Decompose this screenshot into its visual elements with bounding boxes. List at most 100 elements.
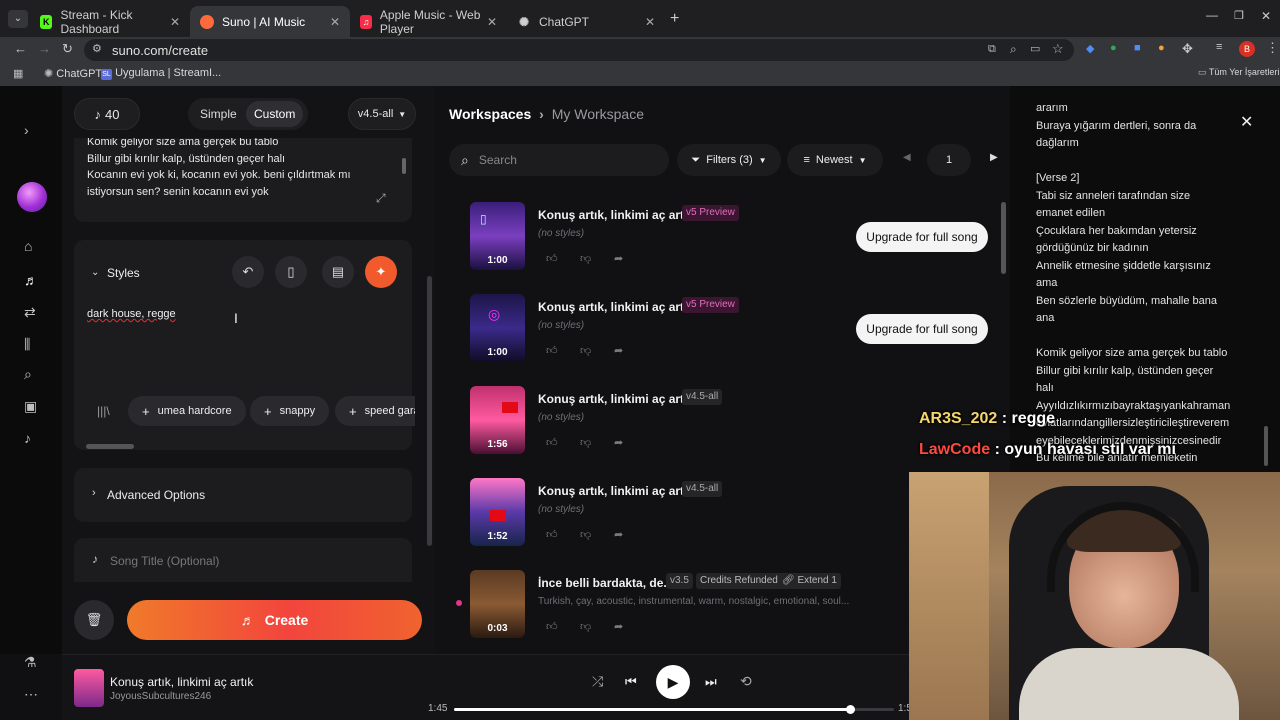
style-chip[interactable]: + snappy <box>250 396 330 426</box>
version-select[interactable]: v4.5-all ▼ <box>348 98 416 130</box>
mode-custom-button[interactable]: Custom <box>246 101 304 127</box>
apps-grid-icon[interactable]: ▦ <box>13 67 23 80</box>
now-playing-title[interactable]: Konuş artık, linkimi aç artık <box>110 675 253 689</box>
styles-input[interactable]: dark house, regge <box>87 308 176 320</box>
song-row[interactable]: ◎ 1:00 Konuş artık, linkimi aç artık v5 … <box>470 294 1010 364</box>
song-title[interactable]: Konuş artık, linkimi aç artık <box>538 300 694 314</box>
minimize-icon[interactable]: — <box>1206 8 1218 22</box>
tab-kick[interactable]: K Stream - Kick Dashboard ✕ <box>30 6 190 37</box>
prev-page-icon[interactable]: ◀ <box>903 152 911 163</box>
breadcrumb-workspaces[interactable]: Workspaces <box>449 106 531 122</box>
notifications-icon[interactable]: ♪ <box>24 430 31 446</box>
upgrade-button[interactable]: Upgrade for full song <box>856 222 988 252</box>
now-playing-artist[interactable]: JoyousSubcultures246 <box>110 691 211 702</box>
song-cover[interactable]: 1:52 <box>470 478 525 546</box>
mode-simple-button[interactable]: Simple <box>200 107 237 121</box>
share-icon[interactable]: ➦ <box>614 436 623 449</box>
song-cover[interactable]: 1:56 <box>470 386 525 454</box>
bookmark-star-icon[interactable]: ☆ <box>1052 41 1064 57</box>
forward-icon[interactable]: → <box>38 41 51 56</box>
profile-avatar[interactable]: B <box>1239 41 1255 57</box>
share-icon[interactable]: ➦ <box>614 344 623 357</box>
next-icon[interactable]: ⏭ <box>705 674 717 690</box>
filters-button[interactable]: ⏷ Filters (3) ▼ <box>677 144 781 176</box>
more-icon[interactable]: ⋯ <box>24 686 38 703</box>
restore-icon[interactable]: ❐ <box>1234 9 1244 22</box>
shuffle-icon[interactable]: ⤮ <box>592 673 603 690</box>
tab-suno[interactable]: Suno | AI Music ✕ <box>190 6 350 37</box>
progress-knob[interactable] <box>846 705 855 714</box>
menu-kebab-icon[interactable]: ⋮ <box>1266 40 1279 56</box>
style-chip[interactable]: + speed gara <box>335 396 415 426</box>
undo-button[interactable]: ↶ <box>232 256 264 288</box>
back-icon[interactable]: ← <box>14 41 27 56</box>
all-bookmarks[interactable]: ▭ Tüm Yer İşaretleri <box>1198 67 1279 78</box>
song-cover[interactable]: 0:03 <box>470 570 525 638</box>
search-input[interactable]: ⌕ Search <box>449 144 669 176</box>
like-icon[interactable]: 👍︎ <box>546 528 558 541</box>
close-tab-icon[interactable]: ✕ <box>170 15 180 29</box>
like-icon[interactable]: 👍︎ <box>546 620 558 633</box>
translate-icon[interactable]: ⧉ <box>988 43 996 56</box>
share-icon[interactable]: ➦ <box>614 252 623 265</box>
tab-apple-music[interactable]: ♫ Apple Music - Web Player ✕ <box>350 6 507 37</box>
dislike-icon[interactable]: 👎︎ <box>580 436 591 449</box>
extensions-puzzle-icon[interactable]: ✥ <box>1182 41 1193 57</box>
labs-icon[interactable]: ⚗ <box>24 654 37 671</box>
song-cover[interactable]: ◎ 1:00 <box>470 294 525 362</box>
collapse-chevron-icon[interactable]: ⌄ <box>91 267 99 278</box>
tab-search-button[interactable]: ⌄ <box>8 10 28 28</box>
close-tab-icon[interactable]: ✕ <box>330 15 340 29</box>
song-row[interactable]: ▯ 1:00 Konuş artık, linkimi aç artık v5 … <box>470 202 1010 272</box>
song-title[interactable]: İnce belli bardakta, de... <box>538 576 673 590</box>
close-icon[interactable]: ✕ <box>1240 114 1253 132</box>
song-cover[interactable]: ▯ 1:00 <box>470 202 525 270</box>
style-chip[interactable]: + umea hardcore <box>128 396 246 426</box>
close-tab-icon[interactable]: ✕ <box>487 15 497 29</box>
search-icon[interactable]: ⌕ <box>24 366 32 383</box>
share-icon[interactable]: ➦ <box>614 620 623 633</box>
advanced-options[interactable]: › Advanced Options <box>74 468 412 522</box>
chips-scrollbar[interactable] <box>86 444 134 449</box>
lyrics-editor[interactable]: Komik geliyor size ama gerçek bu tablo B… <box>74 138 412 222</box>
lyrics-scrollbar[interactable] <box>1264 426 1268 466</box>
new-tab-icon[interactable]: + <box>670 10 679 28</box>
cast-icon[interactable]: ▭ <box>1030 42 1040 55</box>
delete-button[interactable]: 🗑 <box>74 600 114 640</box>
expand-icon[interactable]: ⤢ <box>376 190 386 207</box>
extension-icon[interactable]: ● <box>1110 42 1117 54</box>
library-icon[interactable]: ⫼ <box>24 336 30 353</box>
reload-icon[interactable]: ↻ <box>62 41 73 57</box>
now-playing-cover[interactable] <box>74 669 104 707</box>
studio-icon[interactable]: ⇄ <box>24 304 36 321</box>
sort-button[interactable]: ≡ Newest ▼ <box>787 144 883 176</box>
like-icon[interactable]: 👍︎ <box>546 344 558 357</box>
dislike-icon[interactable]: 👎︎ <box>580 252 591 265</box>
song-title[interactable]: Konuş artık, linkimi aç artık <box>538 484 694 498</box>
previous-icon[interactable]: ⏮ <box>625 674 637 690</box>
like-icon[interactable]: 👍︎ <box>546 252 558 265</box>
home-icon[interactable]: ⌂ <box>24 238 32 254</box>
next-page-icon[interactable]: ▶ <box>990 152 998 163</box>
bookmark-button[interactable]: ▯ <box>275 256 307 288</box>
repeat-icon[interactable]: ⟲ <box>740 673 752 690</box>
site-info-icon[interactable]: ⚙ <box>92 42 102 55</box>
create-button[interactable]: ♬ Create <box>127 600 422 640</box>
panel-scrollbar[interactable] <box>427 276 432 546</box>
share-icon[interactable]: ➦ <box>614 528 623 541</box>
upgrade-button[interactable]: Upgrade for full song <box>856 314 988 344</box>
dislike-icon[interactable]: 👎︎ <box>580 344 591 357</box>
lyrics-scrollbar[interactable] <box>402 158 406 174</box>
song-title[interactable]: Konuş artık, linkimi aç artık <box>538 208 694 222</box>
page-number-input[interactable]: 1 <box>927 144 971 176</box>
dislike-icon[interactable]: 👎︎ <box>580 528 591 541</box>
address-bar[interactable]: ⚙ suno.com/create ⧉ ⌕ ▭ ☆ <box>84 39 1074 61</box>
song-title[interactable]: Konuş artık, linkimi aç artık <box>538 392 694 406</box>
extension-icon[interactable]: ◆ <box>1086 42 1094 55</box>
close-window-icon[interactable]: ✕ <box>1261 9 1271 23</box>
dislike-icon[interactable]: 👎︎ <box>580 620 591 633</box>
progress-track[interactable] <box>454 705 894 714</box>
extension-icon[interactable]: ■ <box>1134 42 1141 54</box>
tab-chatgpt[interactable]: ✺ ChatGPT ✕ <box>507 6 665 37</box>
extension-icon[interactable]: ● <box>1158 42 1165 54</box>
